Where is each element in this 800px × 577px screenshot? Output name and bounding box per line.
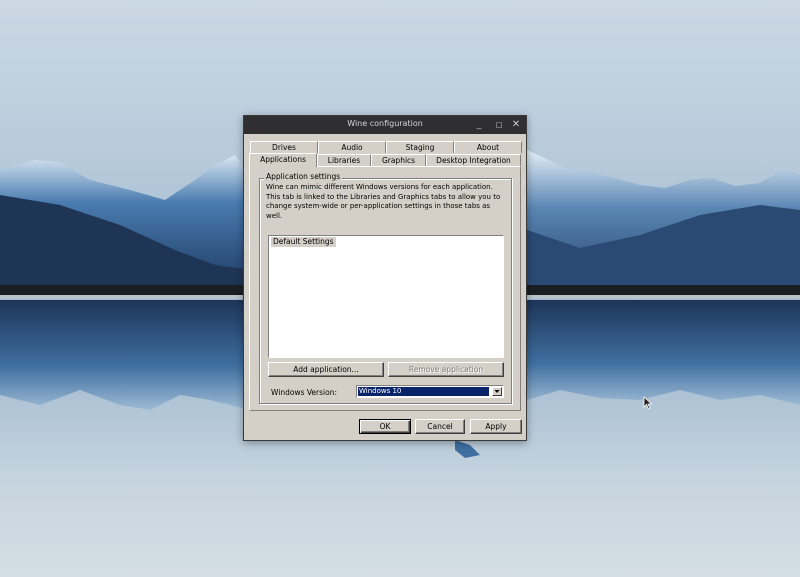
tab-libraries[interactable]: Libraries bbox=[317, 154, 371, 166]
remove-application-button[interactable]: Remove application bbox=[388, 362, 504, 377]
title-bar[interactable]: Wine configuration _ □ ✕ bbox=[244, 116, 526, 134]
tab-about[interactable]: About bbox=[454, 141, 522, 153]
windows-version-label: Windows Version: bbox=[271, 388, 337, 397]
list-item[interactable]: Default Settings bbox=[271, 237, 336, 247]
cancel-button[interactable]: Cancel bbox=[415, 419, 465, 434]
maximize-icon[interactable]: □ bbox=[493, 119, 505, 131]
add-application-button[interactable]: Add application... bbox=[268, 362, 384, 377]
description-text: Wine can mimic different Windows version… bbox=[266, 183, 501, 220]
group-title: Application settings bbox=[264, 172, 343, 181]
wine-config-window: Wine configuration _ □ ✕ Drives Audio St… bbox=[243, 115, 527, 441]
tab-desktop-integration[interactable]: Desktop Integration bbox=[426, 154, 521, 166]
chevron-down-icon[interactable] bbox=[492, 387, 502, 396]
minimize-icon[interactable]: _ bbox=[473, 119, 485, 131]
tab-audio[interactable]: Audio bbox=[318, 141, 386, 153]
windows-version-value: Windows 10 bbox=[358, 387, 489, 396]
application-list[interactable]: Default Settings bbox=[268, 235, 504, 358]
close-icon[interactable]: ✕ bbox=[510, 119, 522, 131]
tab-drives[interactable]: Drives bbox=[250, 141, 318, 153]
apply-button[interactable]: Apply bbox=[470, 419, 522, 434]
applications-panel: Application settings Wine can mimic diff… bbox=[249, 166, 521, 411]
mouse-cursor-icon bbox=[643, 396, 653, 410]
tab-graphics[interactable]: Graphics bbox=[371, 154, 426, 166]
tab-applications[interactable]: Applications bbox=[249, 153, 317, 167]
tab-staging[interactable]: Staging bbox=[386, 141, 454, 153]
ok-button[interactable]: OK bbox=[359, 419, 411, 434]
windows-version-select[interactable]: Windows 10 bbox=[356, 385, 504, 398]
